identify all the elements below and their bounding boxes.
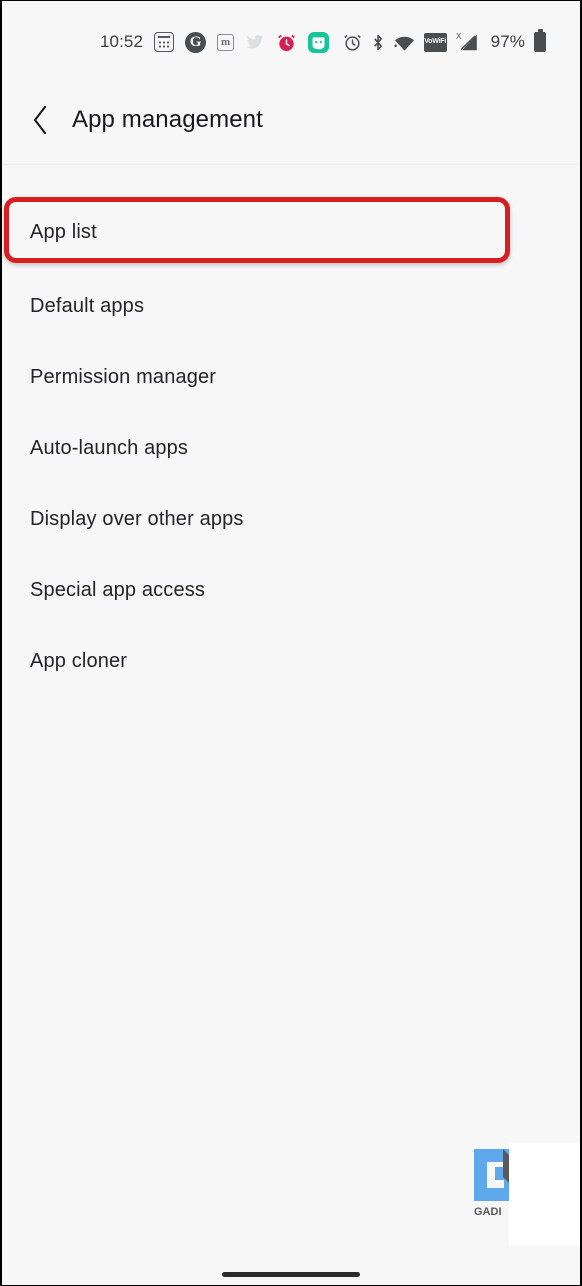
menu-item-label: Default apps bbox=[30, 295, 145, 317]
svg-text:X: X bbox=[456, 32, 462, 41]
menu-item-label: App list bbox=[30, 220, 97, 243]
menu-item-app-cloner[interactable]: App cloner bbox=[2, 626, 580, 697]
menu-item-app-list[interactable]: App list bbox=[2, 200, 580, 264]
phone-screen: 10:52 G m Vo WiFi X 97% App management A… bbox=[2, 1, 580, 1285]
status-bar-right-group: Vo WiFi X 97% bbox=[343, 27, 546, 57]
menu-item-label: Display over other apps bbox=[30, 508, 244, 530]
alarm-set-icon bbox=[343, 33, 362, 52]
cellular-signal-icon: X bbox=[456, 32, 478, 52]
watermark-text: GADI bbox=[474, 1206, 502, 1218]
back-button[interactable] bbox=[10, 90, 70, 150]
alarm-app-icon bbox=[276, 32, 297, 53]
groww-icon: G bbox=[185, 31, 207, 53]
page-title: App management bbox=[72, 105, 263, 133]
menu-item-label: Permission manager bbox=[30, 366, 217, 388]
menu-item-label: Auto-launch apps bbox=[30, 437, 189, 459]
mi-home-icon bbox=[308, 31, 330, 53]
status-bar-left-group: 10:52 G m bbox=[100, 27, 330, 57]
watermark-mask bbox=[509, 1143, 580, 1261]
battery-icon bbox=[534, 29, 546, 52]
battery-percent-label: 97% bbox=[490, 32, 525, 51]
navigation-bar bbox=[2, 1245, 580, 1285]
menu-item-display-over-other-apps[interactable]: Display over other apps bbox=[2, 484, 580, 555]
menu-item-label: App cloner bbox=[30, 650, 128, 672]
volte-top-text: Vo bbox=[424, 38, 433, 46]
menu-item-auto-launch-apps[interactable]: Auto-launch apps bbox=[2, 413, 580, 484]
menu-item-special-app-access[interactable]: Special app access bbox=[2, 555, 580, 626]
twitter-icon bbox=[245, 33, 265, 51]
calculator-icon bbox=[154, 32, 175, 52]
menu-item-default-apps[interactable]: Default apps bbox=[2, 271, 580, 342]
bluetooth-icon bbox=[371, 33, 385, 52]
menu-item-permission-manager[interactable]: Permission manager bbox=[2, 342, 580, 413]
medium-icon: m bbox=[217, 33, 235, 51]
status-clock: 10:52 bbox=[100, 32, 144, 51]
settings-menu-list: App list Default apps Permission manager… bbox=[2, 165, 580, 697]
wifi-icon bbox=[394, 34, 415, 51]
home-indicator[interactable] bbox=[222, 1272, 360, 1277]
page-header: App management bbox=[2, 75, 580, 164]
menu-item-label: Special app access bbox=[30, 579, 206, 601]
volte-bottom-text: WiFi bbox=[432, 38, 447, 46]
volte-wifi-icon: Vo WiFi bbox=[423, 32, 447, 52]
chevron-left-icon bbox=[33, 105, 47, 134]
status-bar: 10:52 G m Vo WiFi X 97% bbox=[2, 1, 580, 75]
